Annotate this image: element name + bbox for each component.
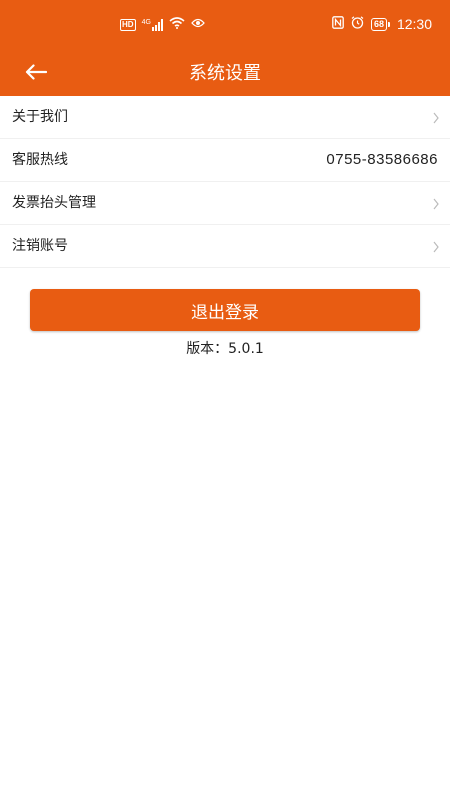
- alarm-icon: [351, 16, 364, 32]
- settings-item-hotline[interactable]: 客服热线 0755-83586686: [0, 139, 450, 182]
- chevron-right-icon: [432, 239, 440, 253]
- chevron-right-icon: [432, 110, 440, 124]
- chevron-right-icon: [432, 196, 440, 210]
- battery-level: 68: [370, 17, 387, 31]
- settings-list: 关于我们 客服热线 0755-83586686 发票抬头管理 注销账号: [0, 96, 450, 268]
- nfc-icon: [332, 16, 344, 32]
- hotline-number[interactable]: 0755-83586686: [326, 139, 438, 181]
- status-bar: HD 4G 68 12:30: [0, 0, 450, 52]
- settings-item-about[interactable]: 关于我们: [0, 96, 450, 139]
- hd-badge: HD: [120, 18, 136, 31]
- network-signal-icon: 4G: [141, 18, 163, 31]
- settings-item-label: 客服热线: [12, 152, 68, 168]
- wifi-icon: [169, 17, 185, 32]
- eye-icon: [191, 18, 205, 31]
- arrow-left-icon: [25, 64, 48, 84]
- back-button[interactable]: [18, 56, 54, 92]
- settings-item-label: 发票抬头管理: [12, 195, 96, 211]
- status-left: HD 4G: [120, 17, 205, 32]
- settings-item-delete-account[interactable]: 注销账号: [0, 225, 450, 268]
- battery-icon: 68: [370, 17, 390, 31]
- settings-item-invoice-title[interactable]: 发票抬头管理: [0, 182, 450, 225]
- nav-bar: 系统设置: [0, 52, 450, 96]
- page-title: 系统设置: [189, 63, 261, 84]
- version-label: 版本：5.0.1: [186, 341, 264, 357]
- settings-item-label: 关于我们: [12, 109, 68, 125]
- network-type-label: 4G: [141, 18, 151, 26]
- logout-button[interactable]: 退出登录: [30, 289, 420, 331]
- status-right: 68 12:30: [332, 16, 432, 32]
- settings-item-label: 注销账号: [12, 238, 68, 254]
- status-time: 12:30: [396, 16, 432, 32]
